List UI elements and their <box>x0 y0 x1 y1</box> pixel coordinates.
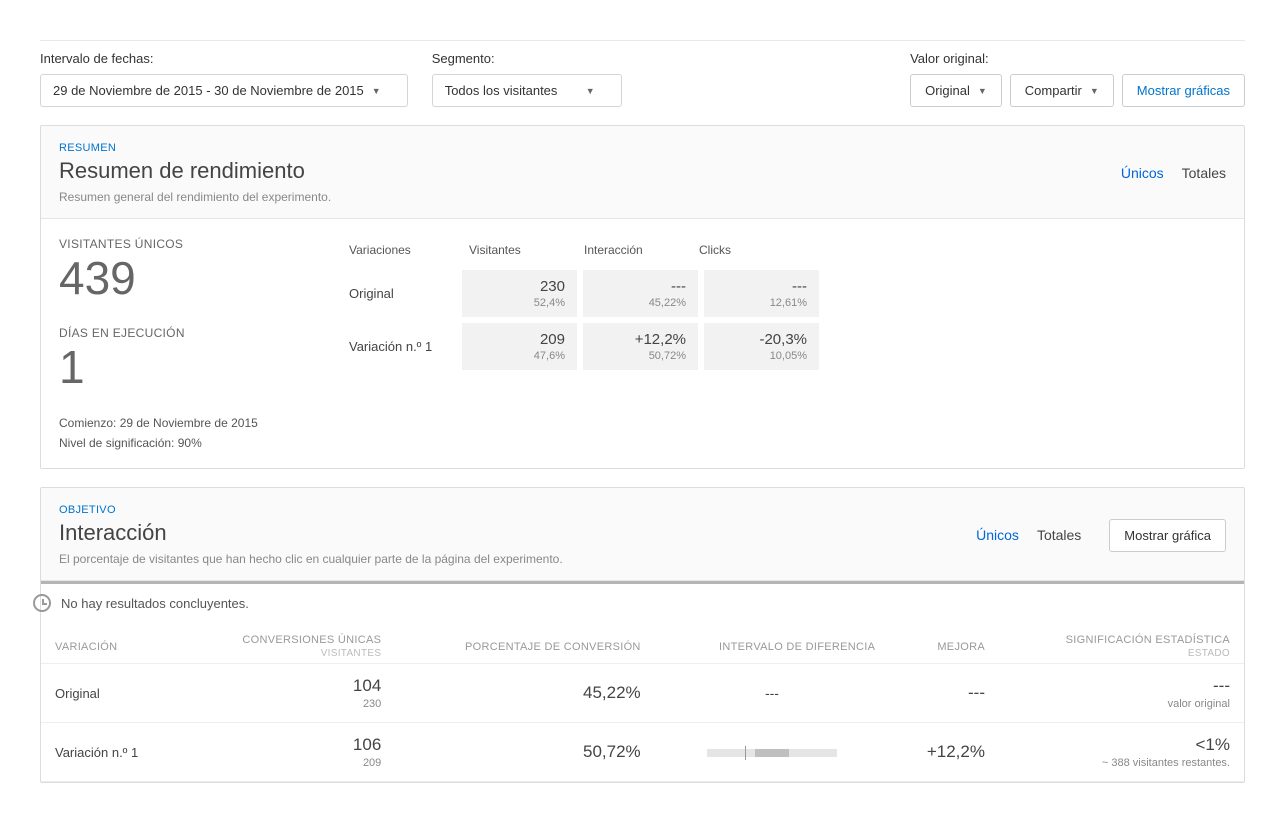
goal-body: No hay resultados concluyentes. VARIACIÓ… <box>41 581 1244 782</box>
col-visitors: Visitantes <box>459 237 574 267</box>
visitors-cell: 20947,6% <box>462 323 577 370</box>
th-significance-label: SIGNIFICACIÓN ESTADÍSTICA <box>1066 634 1230 646</box>
th-significance-sub: ESTADO <box>1013 648 1230 659</box>
original-value-group: Valor original: Original ▼ Compartir ▼ M… <box>910 51 1245 107</box>
th-improvement-label: MEJORA <box>937 641 985 653</box>
clock-icon <box>33 594 51 612</box>
tab-unique[interactable]: Únicos <box>1121 165 1164 181</box>
days-label: DÍAS EN EJECUCIÓN <box>59 326 309 340</box>
summary-eyebrow: RESUMEN <box>59 142 331 154</box>
chevron-down-icon: ▼ <box>1090 86 1099 96</box>
summary-table-row: Variación n.º 120947,6%+12,2%50,72%-20,3… <box>339 320 1226 373</box>
th-interval: INTERVALO DE DIFERENCIA <box>655 622 890 664</box>
chevron-down-icon: ▼ <box>372 86 381 96</box>
clicks-cell: ---12,61% <box>704 270 819 317</box>
clicks-cell: -20,3%10,05% <box>704 323 819 370</box>
filters-row: Intervalo de fechas: 29 de Noviembre de … <box>40 51 1245 107</box>
cell-rate: 50,72% <box>395 723 654 782</box>
th-conversions-sub: VISITANTES <box>197 648 382 659</box>
summary-header: RESUMEN Resumen de rendimiento Resumen g… <box>41 126 1244 219</box>
variation-name: Variación n.º 1 <box>339 320 459 373</box>
col-variations: Variaciones <box>339 237 459 267</box>
share-label: Compartir <box>1025 83 1082 98</box>
no-results-bar: No hay resultados concluyentes. <box>41 581 1244 622</box>
original-select[interactable]: Original ▼ <box>910 74 1002 107</box>
visitors-value: 439 <box>59 253 309 304</box>
segment-select[interactable]: Todos los visitantes ▼ <box>432 74 622 107</box>
original-value-label: Valor original: <box>910 51 1245 66</box>
date-filter-label: Intervalo de fechas: <box>40 51 408 66</box>
top-divider <box>40 40 1245 41</box>
goal-title: Interacción <box>59 520 563 546</box>
tab-unique[interactable]: Únicos <box>976 527 1019 543</box>
interaction-cell: +12,2%50,72% <box>583 323 698 370</box>
goal-table-row: Variación n.º 110620950,72% +12,2%<1%~ 38… <box>41 723 1244 782</box>
date-range-select[interactable]: 29 de Noviembre de 2015 - 30 de Noviembr… <box>40 74 408 107</box>
summary-table-header: Variaciones Visitantes Interacción Click… <box>339 237 1226 267</box>
show-chart-button[interactable]: Mostrar gráfica <box>1109 519 1226 552</box>
show-charts-button[interactable]: Mostrar gráficas <box>1122 74 1245 107</box>
cell-improvement: +12,2% <box>889 723 999 782</box>
visitors-cell: 23052,4% <box>462 270 577 317</box>
th-conversions: CONVERSIONES ÚNICAS VISITANTES <box>183 622 396 664</box>
tab-totals[interactable]: Totales <box>1182 165 1226 181</box>
summary-subtitle: Resumen general del rendimiento del expe… <box>59 190 331 204</box>
cell-variation: Original <box>41 664 183 723</box>
goal-header: OBJETIVO Interacción El porcentaje de vi… <box>41 488 1244 581</box>
significance-line: Nivel de significación: 90% <box>59 436 309 450</box>
summary-title: Resumen de rendimiento <box>59 158 331 184</box>
original-value: Original <box>925 83 970 98</box>
segment-filter-group: Segmento: Todos los visitantes ▼ <box>432 51 622 107</box>
summary-table: Variaciones Visitantes Interacción Click… <box>339 237 1226 450</box>
interval-bar <box>707 749 837 757</box>
th-variation: VARIACIÓN <box>41 622 183 664</box>
days-value: 1 <box>59 342 309 393</box>
segment-filter-label: Segmento: <box>432 51 622 66</box>
goal-table: VARIACIÓN CONVERSIONES ÚNICAS VISITANTES… <box>41 622 1244 782</box>
summary-panel: RESUMEN Resumen de rendimiento Resumen g… <box>40 125 1245 469</box>
col-interaction: Interacción <box>574 237 689 267</box>
tab-totals[interactable]: Totales <box>1037 527 1081 543</box>
goal-table-header-row: VARIACIÓN CONVERSIONES ÚNICAS VISITANTES… <box>41 622 1244 664</box>
goal-table-row: Original10423045,22%---------valor origi… <box>41 664 1244 723</box>
cell-variation: Variación n.º 1 <box>41 723 183 782</box>
date-filter-group: Intervalo de fechas: 29 de Noviembre de … <box>40 51 408 107</box>
th-variation-label: VARIACIÓN <box>55 641 117 653</box>
summary-body: VISITANTES ÚNICOS 439 DÍAS EN EJECUCIÓN … <box>41 219 1244 468</box>
cell-significance: <1%~ 388 visitantes restantes. <box>999 723 1244 782</box>
date-range-value: 29 de Noviembre de 2015 - 30 de Noviembr… <box>53 83 364 98</box>
chevron-down-icon: ▼ <box>586 86 595 96</box>
share-button[interactable]: Compartir ▼ <box>1010 74 1114 107</box>
start-date-line: Comienzo: 29 de Noviembre de 2015 <box>59 416 309 430</box>
summary-stats: VISITANTES ÚNICOS 439 DÍAS EN EJECUCIÓN … <box>59 237 309 450</box>
th-rate-label: PORCENTAJE DE CONVERSIÓN <box>465 641 641 653</box>
cell-significance: ---valor original <box>999 664 1244 723</box>
no-results-text: No hay resultados concluyentes. <box>61 596 249 611</box>
th-improvement: MEJORA <box>889 622 999 664</box>
cell-interval <box>655 723 890 782</box>
goal-eyebrow: OBJETIVO <box>59 504 563 516</box>
segment-value: Todos los visitantes <box>445 83 558 98</box>
cell-conversions: 104230 <box>183 664 396 723</box>
show-charts-label: Mostrar gráficas <box>1137 83 1230 98</box>
variation-name: Original <box>339 267 459 320</box>
cell-rate: 45,22% <box>395 664 654 723</box>
col-clicks: Clicks <box>689 237 804 267</box>
th-interval-label: INTERVALO DE DIFERENCIA <box>719 641 875 653</box>
goal-panel: OBJETIVO Interacción El porcentaje de vi… <box>40 487 1245 783</box>
visitors-label: VISITANTES ÚNICOS <box>59 237 309 251</box>
th-rate: PORCENTAJE DE CONVERSIÓN <box>395 622 654 664</box>
goal-subtitle: El porcentaje de visitantes que han hech… <box>59 552 563 566</box>
right-controls: Valor original: Original ▼ Compartir ▼ M… <box>910 51 1245 107</box>
cell-improvement: --- <box>889 664 999 723</box>
summary-table-row: Original23052,4%---45,22%---12,61% <box>339 267 1226 320</box>
interaction-cell: ---45,22% <box>583 270 698 317</box>
cell-interval: --- <box>655 664 890 723</box>
th-significance: SIGNIFICACIÓN ESTADÍSTICA ESTADO <box>999 622 1244 664</box>
chevron-down-icon: ▼ <box>978 86 987 96</box>
th-conversions-label: CONVERSIONES ÚNICAS <box>242 634 381 646</box>
show-chart-label: Mostrar gráfica <box>1124 528 1211 543</box>
cell-conversions: 106209 <box>183 723 396 782</box>
